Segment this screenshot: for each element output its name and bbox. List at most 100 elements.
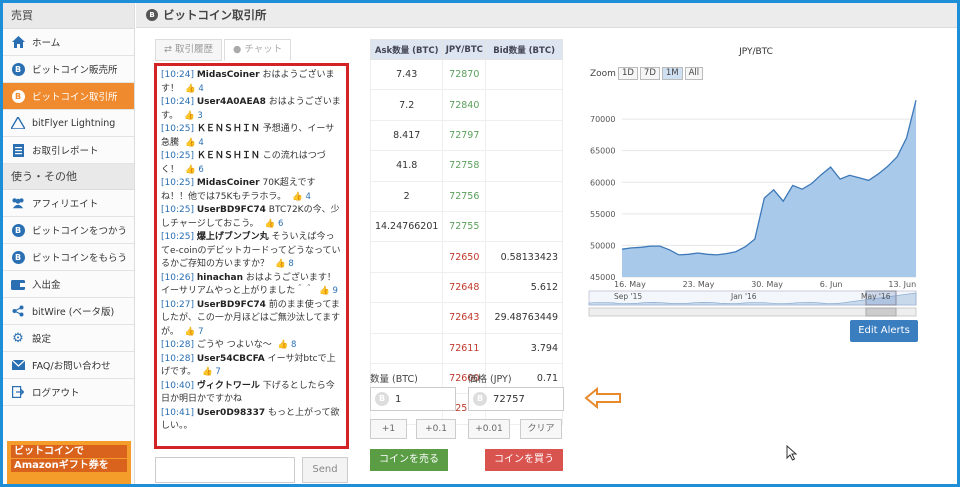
ask-row[interactable]: 14.24766201 72755	[369, 210, 563, 243]
ask-qty[interactable]: 7.2	[369, 89, 444, 121]
sidebar-item-lightning[interactable]: bitFlyer Lightning	[3, 110, 134, 137]
ask-price[interactable]: 72870	[442, 58, 487, 91]
bid-qty[interactable]: 3.794	[485, 332, 563, 364]
bid-row[interactable]: 72643 29.48763449	[369, 302, 563, 334]
wallet-icon	[11, 277, 25, 291]
bid-row[interactable]: 72650 0.58133423	[369, 241, 563, 273]
ask-qty[interactable]: 14.24766201	[369, 210, 444, 243]
ask-row[interactable]: 7.2 72840	[369, 89, 563, 121]
like-button[interactable]: 👍 8	[269, 259, 294, 269]
like-count: 3	[197, 110, 203, 121]
ask-row[interactable]: 41.8 72758	[369, 150, 563, 182]
bid-qty-empty[interactable]	[485, 210, 563, 243]
sidebar-item-bitwire[interactable]: bitWire (ベータ版)	[3, 298, 134, 325]
bid-qty-empty[interactable]	[485, 119, 563, 152]
sidebar-item-faq[interactable]: FAQ/お問い合わせ	[3, 352, 134, 379]
bid-qty-empty[interactable]	[485, 89, 563, 121]
like-count: 7	[198, 326, 204, 337]
ask-qty[interactable]: 2	[369, 180, 444, 212]
bid-qty-empty[interactable]	[485, 150, 563, 182]
sidebar-item-label: 設定	[32, 334, 52, 345]
message-user: 爆上げブンブン丸	[196, 232, 269, 242]
qty-field[interactable]: B 1	[370, 387, 456, 411]
like-button[interactable]: 👍 6	[259, 219, 284, 229]
chart-plot[interactable]: 45000 50000 55000 60000 65000 70000 16. May 23.…	[586, 39, 926, 329]
like-button[interactable]: 👍 4	[286, 192, 311, 202]
bid-price[interactable]: 72650	[442, 241, 487, 273]
bid-qty[interactable]: 5.612	[485, 271, 563, 304]
send-button[interactable]: Send	[302, 457, 348, 483]
tab-trade-history[interactable]: ⇄ 取引履歴	[155, 39, 222, 61]
sidebar-item-label: ビットコインをもらう	[32, 253, 128, 264]
sidebar-item-deposit[interactable]: 入出金	[3, 271, 134, 298]
sidebar-item-label: bitFlyer Lightning	[32, 117, 116, 129]
sidebar-item-home[interactable]: ホーム	[3, 29, 134, 56]
message-time: [10:40]	[161, 380, 194, 391]
chat-input[interactable]	[155, 457, 295, 483]
ask-row[interactable]: 8.417 72797	[369, 119, 563, 152]
chat-messages[interactable]: [10:24] MidasCoiner おはようございます！ 👍 4 [10:24]…	[154, 63, 349, 449]
bid-price[interactable]: 72643	[442, 302, 487, 334]
sidebar-item-label: お取引レポート	[32, 146, 99, 157]
sidebar-item-report[interactable]: お取引レポート	[3, 137, 134, 164]
y-tick-label: 55000	[590, 210, 615, 219]
sell-coin-button[interactable]: コインを売る	[370, 449, 448, 471]
edit-alerts-button[interactable]: Edit Alerts	[850, 320, 918, 342]
ask-price[interactable]: 72758	[442, 150, 487, 182]
ask-qty[interactable]: 7.43	[369, 58, 444, 91]
step-plus-0-01-button[interactable]: +0.01	[468, 419, 510, 439]
like-button[interactable]: 👍 9	[313, 286, 338, 296]
ask-qty-empty[interactable]	[369, 241, 444, 273]
ask-qty-empty[interactable]	[369, 302, 444, 334]
bid-qty-empty[interactable]	[485, 58, 563, 91]
ask-row[interactable]: 2 72756	[369, 180, 563, 212]
bid-qty-empty[interactable]	[485, 180, 563, 212]
step-plus-0-1-button[interactable]: +0.1	[416, 419, 456, 439]
ask-price[interactable]: 72756	[442, 180, 487, 212]
like-button[interactable]: 👍 7	[179, 327, 204, 337]
sidebar-item-use-bitcoin[interactable]: B ビットコインをつかう	[3, 217, 134, 244]
like-button[interactable]: 👍 6	[179, 165, 204, 175]
like-button[interactable]: 👍 8	[272, 340, 297, 350]
step-plus-1-button[interactable]: +1	[370, 419, 407, 439]
bid-price[interactable]: 72611	[442, 332, 487, 364]
bid-qty[interactable]: 29.48763449	[485, 302, 563, 334]
arrow-left-icon	[584, 387, 621, 409]
like-button[interactable]: 👍 4	[179, 84, 204, 94]
series-area	[622, 100, 916, 277]
price-field[interactable]: B 72757	[468, 387, 564, 411]
bid-row[interactable]: 72648 5.612	[369, 271, 563, 304]
bid-qty[interactable]: 0.58133423	[485, 241, 563, 273]
ask-qty[interactable]: 8.417	[369, 119, 444, 152]
like-button[interactable]: 👍 7	[196, 367, 221, 377]
message-time: [10:28]	[161, 353, 194, 364]
sidebar-item-bitcoin-exchange[interactable]: B ビットコイン取引所	[3, 83, 134, 110]
like-button[interactable]: 👍 4	[179, 138, 204, 148]
bitcoin-icon: B	[11, 89, 25, 103]
ask-price[interactable]: 72755	[442, 210, 487, 243]
ask-qty-empty[interactable]	[369, 271, 444, 304]
ask-qty-empty[interactable]	[369, 332, 444, 364]
sidebar-item-bitcoin-store[interactable]: B ビットコイン販売所	[3, 56, 134, 83]
like-count: 4	[198, 137, 204, 148]
amazon-gift-banner[interactable]: ビットコインで Amazonギフト券を	[7, 441, 131, 484]
ask-qty[interactable]: 41.8	[369, 150, 444, 182]
bid-price[interactable]: 72648	[442, 271, 487, 304]
logout-icon	[11, 385, 25, 399]
sidebar-item-affiliate[interactable]: アフィリエイト	[3, 190, 134, 217]
ask-row[interactable]: 7.43 72870	[369, 58, 563, 91]
tab-chat[interactable]: ● チャット	[224, 39, 292, 61]
message-time: [10:24]	[161, 97, 194, 107]
sidebar-item-get-bitcoin[interactable]: B ビットコインをもらう	[3, 244, 134, 271]
buy-coin-button[interactable]: コインを買う	[485, 449, 563, 471]
order-book: Ask数量 (BTC) JPY/BTC Bid数量 (BTC) 7.43 7287…	[369, 39, 563, 425]
bid-row[interactable]: 72611 3.794	[369, 332, 563, 364]
sidebar-item-settings[interactable]: ⚙ 設定	[3, 325, 134, 352]
like-button[interactable]: 👍 3	[178, 111, 203, 121]
ask-price[interactable]: 72840	[442, 89, 487, 121]
clear-button[interactable]: クリア	[520, 419, 562, 439]
ask-price[interactable]: 72797	[442, 119, 487, 152]
navigator-label: Jan '16	[730, 292, 757, 301]
sidebar-item-logout[interactable]: ログアウト	[3, 379, 134, 406]
home-icon	[11, 35, 25, 49]
